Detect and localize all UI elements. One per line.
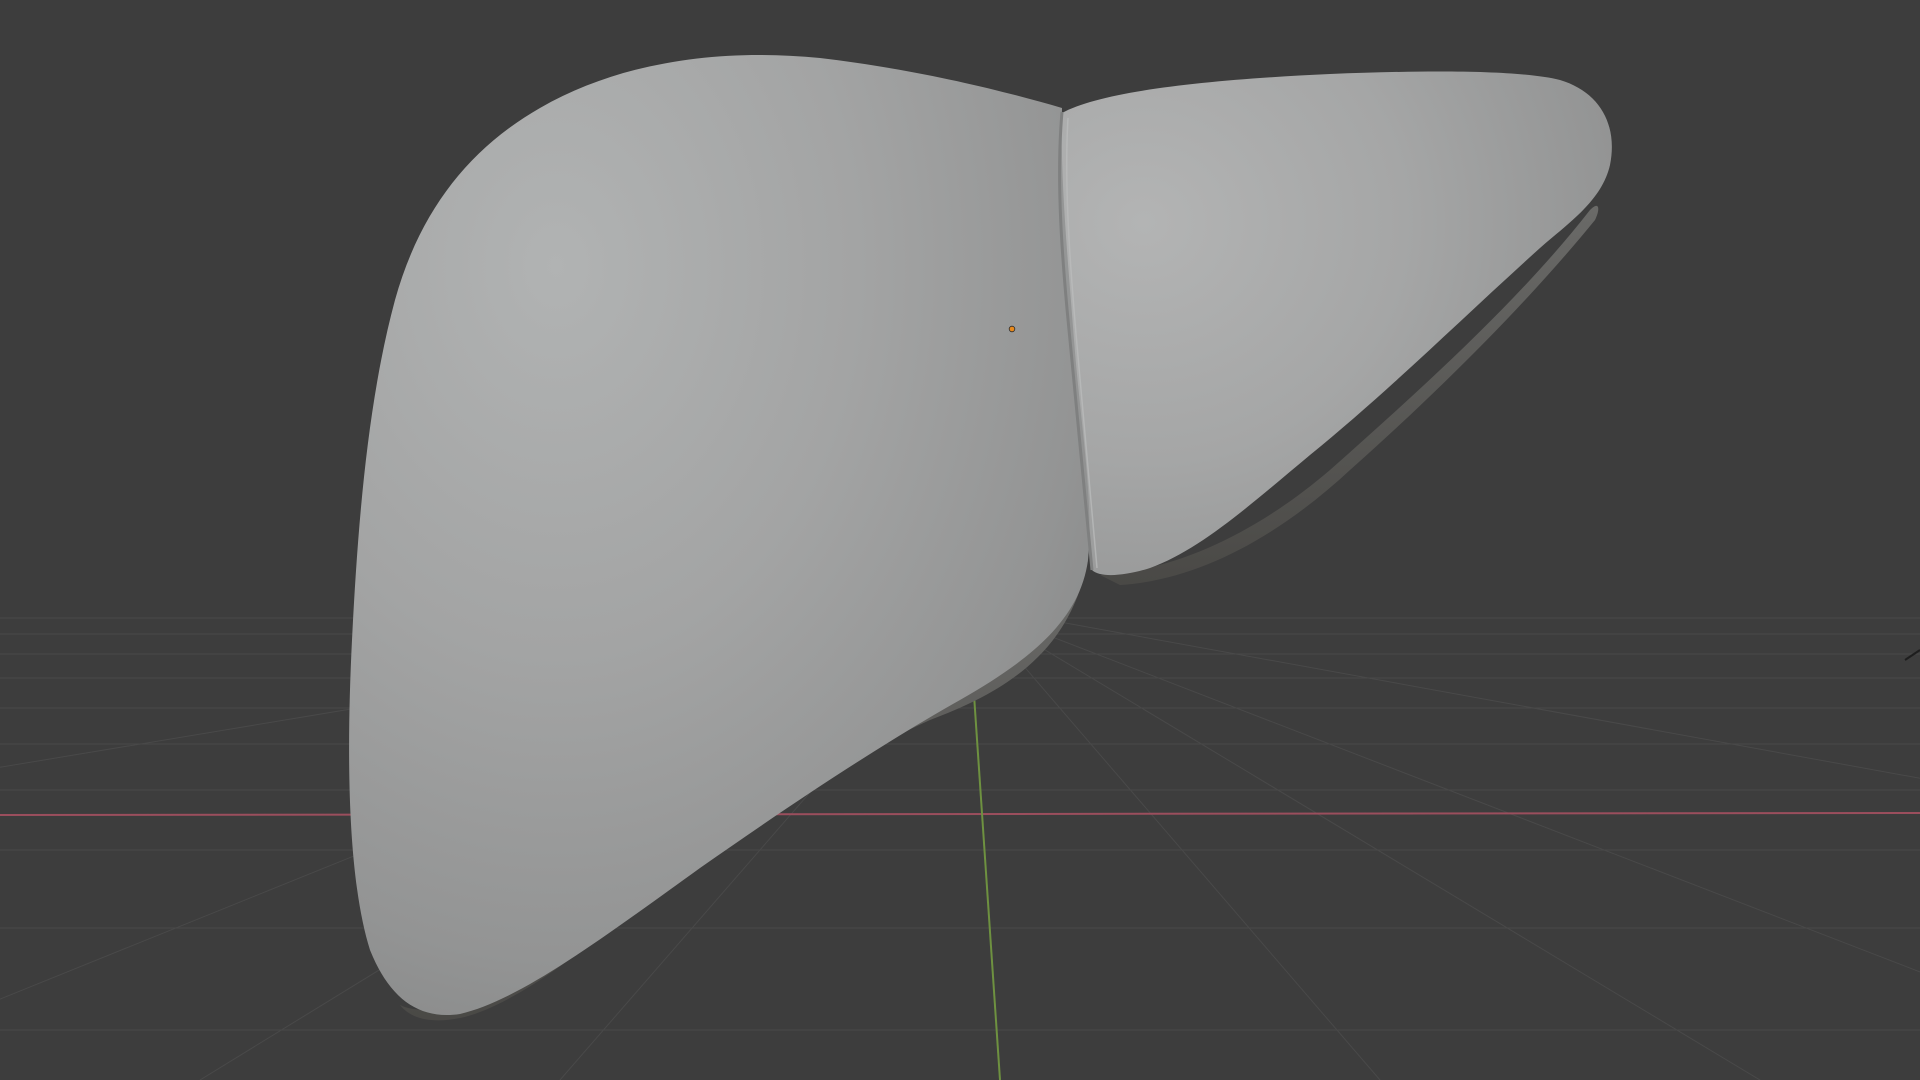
- 3d-viewport[interactable]: [0, 0, 1920, 1080]
- object-origin-icon[interactable]: [1008, 325, 1016, 333]
- viewport-canvas[interactable]: [0, 0, 1920, 1080]
